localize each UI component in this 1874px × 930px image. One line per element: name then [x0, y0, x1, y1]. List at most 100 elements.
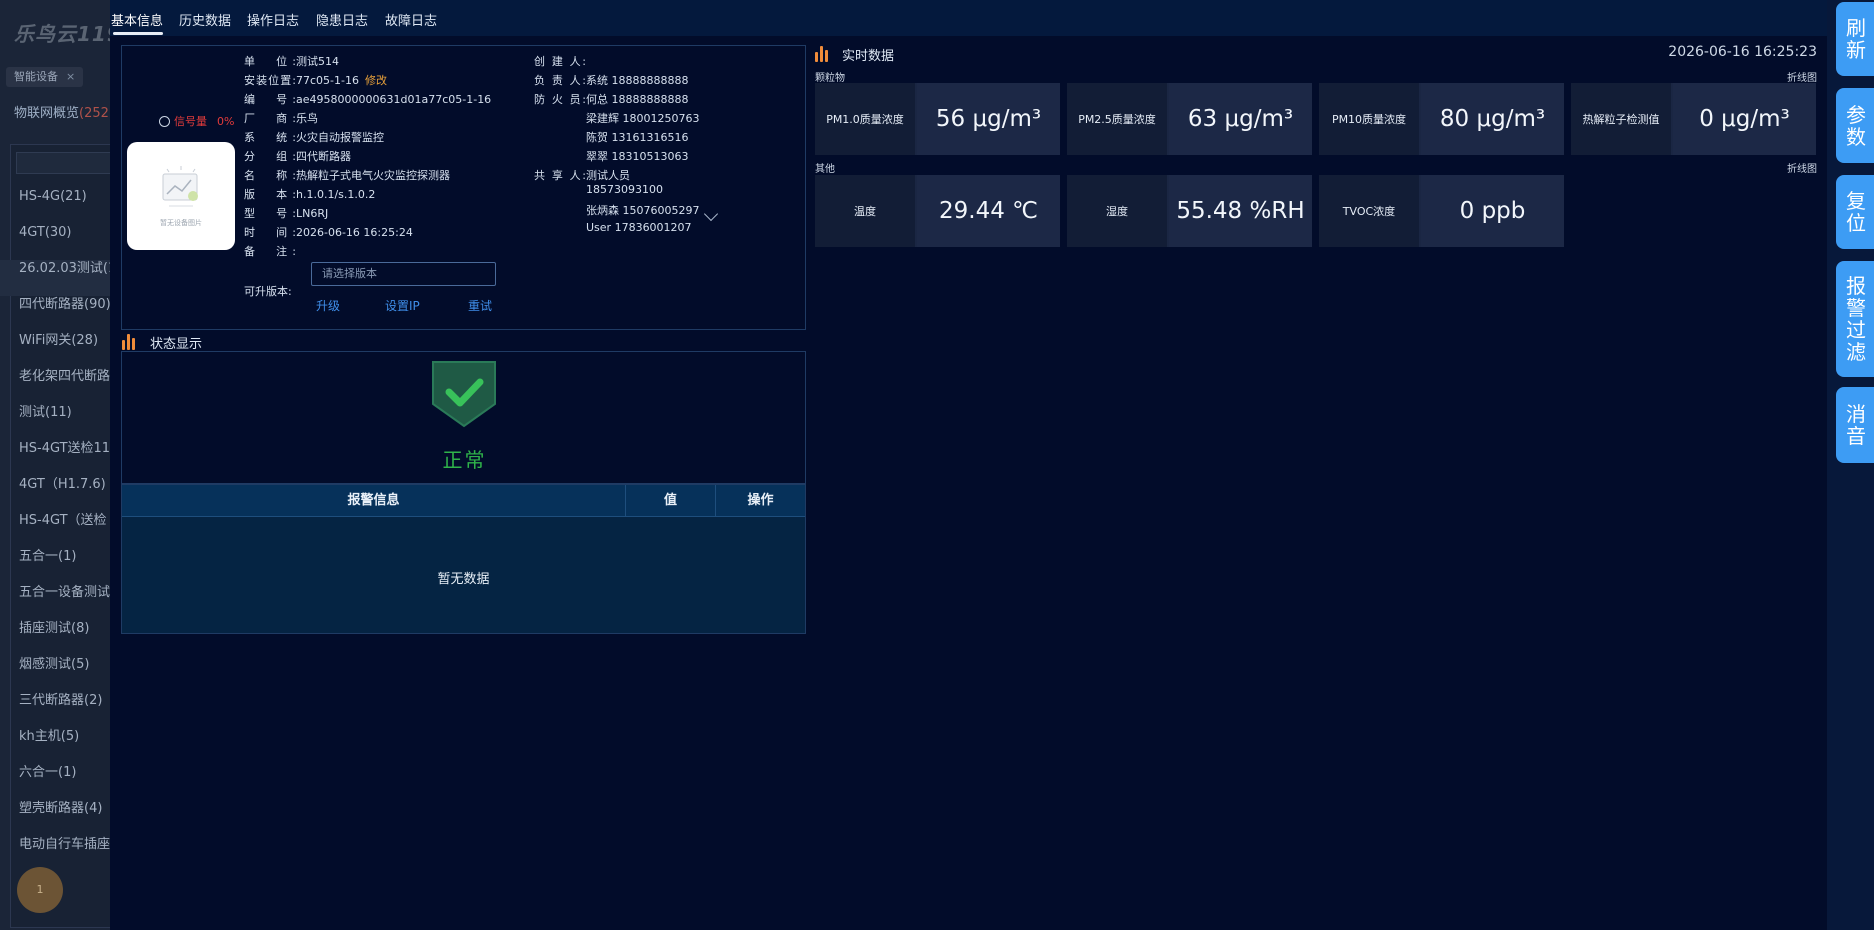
retry-button[interactable]: 重试 [468, 297, 492, 314]
metric-card: 热解粒子检测值 0 μg/m³ [1571, 83, 1816, 155]
group-label: 其他 [815, 164, 835, 175]
list-item[interactable]: 六合一(1) [0, 764, 110, 800]
metric-label: PM2.5质量浓度 [1067, 83, 1167, 155]
search-input[interactable] [16, 152, 110, 174]
upgradable-version-label: 可升版本: [244, 285, 292, 298]
set-ip-button[interactable]: 设置IP [385, 297, 420, 314]
tab-basic-info[interactable]: 基本信息 [111, 10, 163, 29]
metric-value: 0 μg/m³ [1673, 83, 1816, 155]
overview-count: (252 [79, 106, 109, 121]
person-label: 创 建 人: [534, 55, 586, 68]
tab-tag-smart-device[interactable]: 智能设备 × [6, 67, 84, 87]
tab-history-data[interactable]: 历史数据 [179, 10, 231, 29]
field-unit: 单 位:测试514 [244, 53, 339, 69]
user-avatar[interactable]: 1 [17, 867, 63, 913]
bar-chart-icon [815, 45, 828, 62]
person-sharer: 共 享 人:测试人员 [534, 167, 630, 183]
metric-label: PM1.0质量浓度 [815, 83, 915, 155]
field-label: 厂 商: [244, 112, 296, 125]
tag-label: 智能设备 [14, 70, 58, 83]
list-item[interactable]: 测试(11) [0, 404, 110, 440]
field-label: 分 组: [244, 150, 296, 163]
alarm-filter-button[interactable]: 报警过滤 [1836, 261, 1874, 377]
realtime-timestamp: 2026-06-16 16:25:23 [1668, 44, 1817, 60]
alarm-table: 报警信息 值 操作 暂无数据 [121, 484, 806, 634]
metric-card: PM1.0质量浓度 56 μg/m³ [815, 83, 1060, 155]
list-item[interactable]: 老化架四代断路 [0, 368, 110, 404]
status-panel: 正常 [121, 351, 806, 484]
metric-value: 80 μg/m³ [1421, 83, 1564, 155]
field-group: 分 组:四代断路器 [244, 148, 351, 164]
field-label: 时 间: [244, 226, 296, 239]
field-value: h.1.0.1/s.1.0.2 [296, 188, 376, 201]
column-header: 报警信息 [347, 493, 400, 508]
field-value: 四代断路器 [296, 150, 351, 163]
metric-label: PM10质量浓度 [1319, 83, 1419, 155]
field-install-location: 安装位置:77c05-1-16 修改 [244, 72, 387, 88]
upgrade-button[interactable]: 升级 [316, 297, 340, 314]
list-item[interactable]: 26.02.03测试(1 [0, 260, 110, 296]
edit-location-link[interactable]: 修改 [365, 74, 387, 87]
person-value: 何总 18888888888 [586, 93, 689, 106]
field-label: 单 位: [244, 55, 296, 68]
list-item[interactable]: 四代断路器(90) [0, 296, 110, 332]
person-label: 防 火 员: [534, 93, 586, 106]
tab-operation-log[interactable]: 操作日志 [247, 10, 299, 29]
signal-label: 信号量 [174, 115, 207, 128]
list-item[interactable]: 三代断路器(2) [0, 692, 110, 728]
list-item[interactable]: 4GT（H1.7.6) [0, 476, 110, 512]
list-item[interactable]: HS-4GT送检11 [0, 440, 110, 476]
metric-card: PM10质量浓度 80 μg/m³ [1319, 83, 1564, 155]
list-item[interactable]: 五合一(1) [0, 548, 110, 584]
metric-card: 温度 29.44 ℃ [815, 175, 1060, 247]
person-value: 18573093100 [586, 183, 663, 196]
metric-card: PM2.5质量浓度 63 μg/m³ [1067, 83, 1312, 155]
version-select[interactable]: 请选择版本 [311, 262, 496, 286]
column-header: 操作 [747, 493, 774, 508]
realtime-section-title: 实时数据 [842, 49, 895, 64]
photo-caption: 暂无设备图片 [160, 219, 202, 227]
list-item[interactable]: WiFi网关(28) [0, 332, 110, 368]
field-value: 77c05-1-16 [296, 74, 359, 87]
list-item[interactable]: 塑壳断路器(4) [0, 800, 110, 836]
line-chart-link[interactable]: 折线图 [1787, 69, 1817, 84]
refresh-button[interactable]: 刷新 [1836, 2, 1874, 76]
chevron-down-icon[interactable] [703, 206, 719, 222]
person-value: 翠翠 18310513063 [586, 150, 689, 163]
field-remark: 备 注: [244, 243, 296, 259]
tab-hazard-log[interactable]: 隐患日志 [316, 10, 368, 29]
tab-fault-log[interactable]: 故障日志 [385, 10, 437, 29]
metric-label: TVOC浓度 [1319, 175, 1419, 247]
list-item[interactable]: kh主机(5) [0, 728, 110, 764]
list-item[interactable]: HS-4G(21) [0, 188, 110, 224]
metric-value: 56 μg/m³ [917, 83, 1060, 155]
list-item[interactable]: 4GT(30) [0, 224, 110, 260]
status-section-title: 状态显示 [150, 337, 203, 352]
person-label: 负 责 人: [534, 74, 586, 87]
list-item[interactable]: 五合一设备测试 [0, 584, 110, 620]
field-vendor: 厂 商:乐鸟 [244, 110, 318, 126]
table-header: 报警信息 值 操作 [122, 485, 805, 517]
list-item[interactable]: 电动自行车插座 [0, 836, 110, 872]
line-chart-link[interactable]: 折线图 [1787, 160, 1817, 175]
list-item[interactable]: HS-4GT（送检 [0, 512, 110, 548]
list-item[interactable]: 插座测试(8) [0, 620, 110, 656]
list-item[interactable]: 烟感测试(5) [0, 656, 110, 692]
field-label: 名 称: [244, 169, 296, 182]
close-icon[interactable]: × [66, 70, 75, 83]
person-value: 系统 18888888888 [586, 74, 689, 87]
overview-label: 物联网概览 [14, 106, 80, 121]
iot-overview[interactable]: 物联网概览(252 [14, 102, 109, 121]
field-label: 编 号: [244, 93, 296, 106]
person-value: 梁建辉 18001250763 [586, 112, 700, 125]
field-version: 版 本:h.1.0.1/s.1.0.2 [244, 186, 375, 202]
button-label: 刷新 [1846, 16, 1866, 62]
mute-button[interactable]: 消音 [1836, 387, 1874, 463]
person-value: 测试人员 [586, 169, 630, 182]
reset-button[interactable]: 复位 [1836, 175, 1874, 249]
signal-value: 0% [217, 114, 235, 128]
device-photo: 暂无设备图片 [127, 142, 235, 250]
field-label: 备 注: [244, 245, 296, 258]
params-button[interactable]: 参数 [1836, 88, 1874, 163]
person-value: User 17836001207 [586, 221, 692, 234]
